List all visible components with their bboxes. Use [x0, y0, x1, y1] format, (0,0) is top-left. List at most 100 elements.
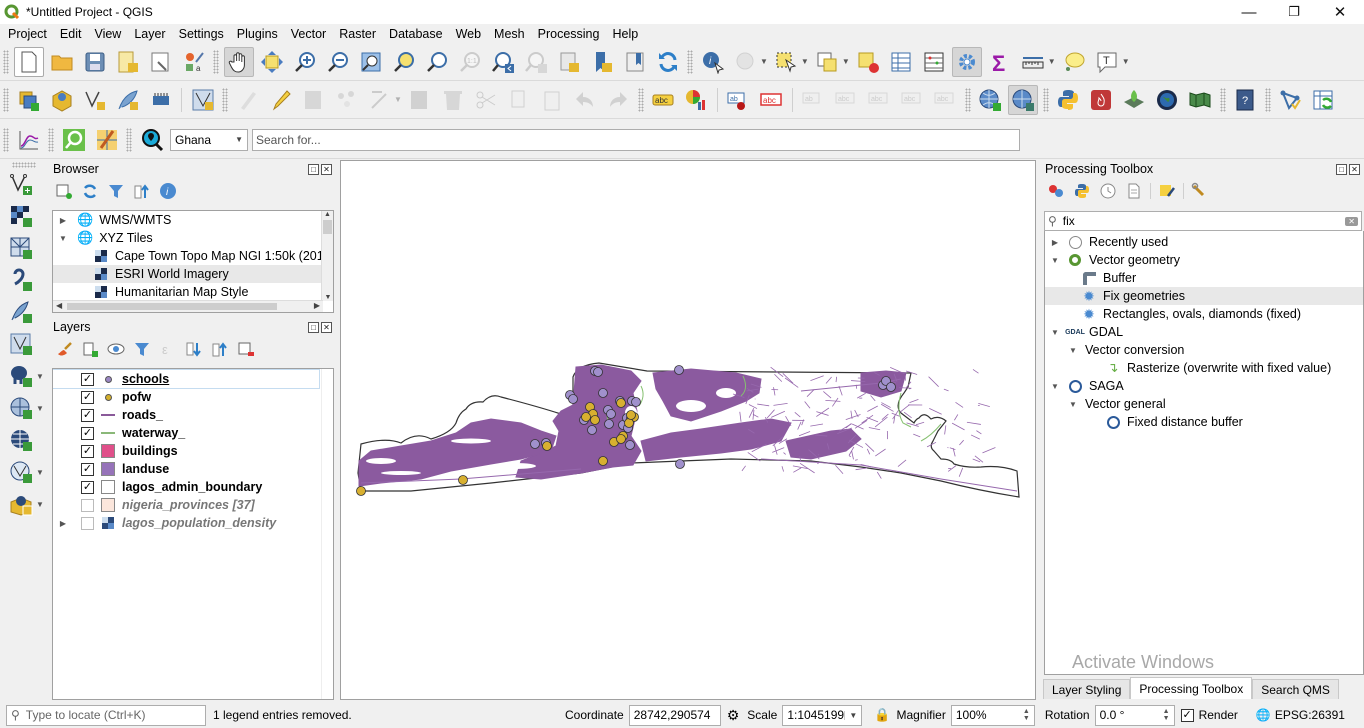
copy-features-button[interactable] — [504, 85, 534, 115]
move-label-button[interactable]: abc — [864, 85, 894, 115]
dropdown-arrow-icon[interactable]: ▼ — [1048, 57, 1056, 66]
expanded-arrow-icon[interactable]: ▼ — [1049, 256, 1061, 265]
filter-legend-button[interactable] — [132, 339, 152, 359]
browser-item[interactable]: ▶ 🌐 WMS/WMTS — [53, 211, 333, 229]
delete-selected-button[interactable] — [438, 85, 468, 115]
magnifier-spinbox[interactable]: 100% ▲ ▼ — [950, 704, 1035, 726]
pan-to-selection-button[interactable] — [257, 47, 287, 77]
models-button[interactable] — [1046, 181, 1066, 201]
menu-processing[interactable]: Processing — [530, 27, 605, 41]
close-panel-button[interactable]: ✕ — [321, 163, 332, 175]
help-button[interactable]: ? — [1230, 85, 1260, 115]
zoom-last-button[interactable] — [488, 47, 518, 77]
highlight-unplaced-labels-button[interactable]: abc — [756, 85, 786, 115]
dropdown-arrow-icon[interactable]: ▼ — [760, 57, 768, 66]
zoom-in-button[interactable] — [290, 47, 320, 77]
browser-properties-button[interactable]: i — [158, 181, 178, 201]
dropdown-arrow-icon[interactable]: ▼ — [394, 95, 402, 104]
scale-combobox[interactable]: 1:1045199 ▼ — [782, 704, 863, 726]
add-raster-layer-button[interactable] — [4, 201, 38, 231]
new-project-button[interactable] — [13, 46, 44, 77]
toggle-editing-button[interactable] — [266, 85, 296, 115]
dropdown-arrow-icon[interactable]: ▼ — [801, 57, 809, 66]
layer-item[interactable]: ✓ landuse — [53, 460, 333, 478]
layer-visibility-checkbox[interactable]: ✓ — [81, 426, 94, 440]
zoom-native-button[interactable]: 1:1 — [455, 47, 485, 77]
menu-web[interactable]: Web — [448, 27, 486, 41]
add-delimited-text-button[interactable] — [4, 265, 38, 295]
collapsed-arrow-icon[interactable]: ▶ — [57, 216, 69, 225]
clear-search-icon[interactable]: ✕ — [1345, 216, 1358, 226]
layer-item[interactable]: ✓ waterway_ — [53, 424, 333, 442]
tab-layer-styling[interactable]: Layer Styling — [1043, 679, 1131, 699]
profile-tool-button[interactable] — [14, 125, 44, 155]
filter-browser-button[interactable] — [106, 181, 126, 201]
dropdown-arrow-icon[interactable]: ▼ — [842, 57, 850, 66]
add-wfs-button[interactable] — [4, 457, 38, 487]
map-canvas[interactable] — [340, 160, 1036, 700]
data-source-manager-button[interactable] — [14, 85, 44, 115]
crs-button[interactable]: EPSG:26391 — [1275, 708, 1345, 722]
edit-features-inplace-button[interactable] — [1157, 181, 1177, 201]
expanded-arrow-icon[interactable]: ▼ — [1049, 328, 1061, 337]
coordinate-field[interactable]: 28742,290574 — [628, 704, 721, 726]
results-viewer-button[interactable] — [1124, 181, 1144, 201]
add-postgis-button[interactable] — [4, 361, 38, 391]
float-panel-button[interactable]: □ — [308, 163, 319, 175]
python-console-button[interactable] — [1053, 85, 1083, 115]
close-panel-button[interactable]: ✕ — [321, 321, 332, 333]
processing-options-button[interactable] — [1190, 181, 1210, 201]
expanded-arrow-icon[interactable]: ▼ — [1067, 400, 1079, 409]
expanded-arrow-icon[interactable]: ▼ — [57, 234, 69, 243]
locator-input[interactable]: ⚲ Type to locate (Ctrl+K) — [6, 704, 206, 726]
processing-tree-item[interactable]: ✹ Fix geometries — [1045, 287, 1363, 305]
undo-button[interactable] — [570, 85, 600, 115]
processing-tree-item[interactable]: Fixed distance buffer — [1045, 413, 1363, 431]
close-panel-button[interactable]: ✕ — [1349, 163, 1360, 175]
modify-attributes-button[interactable] — [405, 85, 435, 115]
layer-item[interactable]: ✓ pofw — [53, 388, 333, 406]
processing-tree-item[interactable]: Buffer — [1045, 269, 1363, 287]
layer-visibility-checkbox[interactable] — [81, 516, 94, 530]
expanded-arrow-icon[interactable]: ▼ — [1049, 382, 1061, 391]
new-spatialite-layer-button[interactable] — [80, 85, 110, 115]
close-button[interactable]: ✕ — [1317, 0, 1363, 24]
show-bookmarks-button[interactable] — [620, 47, 650, 77]
show-hide-labels-button[interactable]: ab — [798, 85, 828, 115]
select-features-button[interactable] — [771, 47, 801, 77]
map-render[interactable] — [341, 161, 1035, 699]
statistical-summary-button[interactable]: Σ — [985, 47, 1015, 77]
open-styling-panel-button[interactable] — [54, 339, 74, 359]
processing-search-input[interactable]: ⚲ fix ✕ — [1044, 211, 1362, 231]
new-map-view-button[interactable] — [554, 47, 584, 77]
layer-item[interactable]: ✓ buildings — [53, 442, 333, 460]
layer-labeling-button[interactable]: abc — [648, 85, 678, 115]
earth-plugin-button[interactable] — [1152, 85, 1182, 115]
browser-horizontal-scrollbar[interactable]: ◀ ▶ — [53, 300, 323, 312]
pan-map-button[interactable] — [223, 46, 254, 77]
text-annotation-button[interactable]: T — [1092, 47, 1122, 77]
spin-arrows-icon[interactable]: ▲ ▼ — [1163, 708, 1170, 722]
current-edits-button[interactable] — [233, 85, 263, 115]
show-label-button[interactable]: abc — [831, 85, 861, 115]
add-virtual-layer-button[interactable] — [4, 329, 38, 359]
refresh-button[interactable] — [653, 47, 683, 77]
add-qms-service-button[interactable] — [975, 85, 1005, 115]
layer-visibility-checkbox[interactable]: ✓ — [81, 372, 94, 386]
processing-tree-item[interactable]: ✹ Rectangles, ovals, diamonds (fixed) — [1045, 305, 1363, 323]
layout-manager-button[interactable] — [146, 47, 176, 77]
menu-settings[interactable]: Settings — [171, 27, 229, 41]
geocoder-button[interactable] — [137, 125, 167, 155]
measure-line-button[interactable] — [1018, 47, 1048, 77]
identify-features-button[interactable]: i — [698, 47, 728, 77]
pin-labels-button[interactable]: ab — [723, 85, 753, 115]
layer-visibility-checkbox[interactable]: ✓ — [81, 408, 94, 422]
menu-edit[interactable]: Edit — [52, 27, 87, 41]
add-mesh-layer-button[interactable] — [4, 233, 38, 263]
new-virtual-layer-button[interactable] — [146, 85, 176, 115]
browser-item[interactable]: ▼ 🌐 XYZ Tiles — [53, 229, 333, 247]
field-calculator-button[interactable] — [919, 47, 949, 77]
geocoder-search-input[interactable]: Search for... — [252, 128, 1020, 151]
style-manager-button[interactable]: a — [179, 47, 209, 77]
change-label-button[interactable]: abc — [930, 85, 960, 115]
